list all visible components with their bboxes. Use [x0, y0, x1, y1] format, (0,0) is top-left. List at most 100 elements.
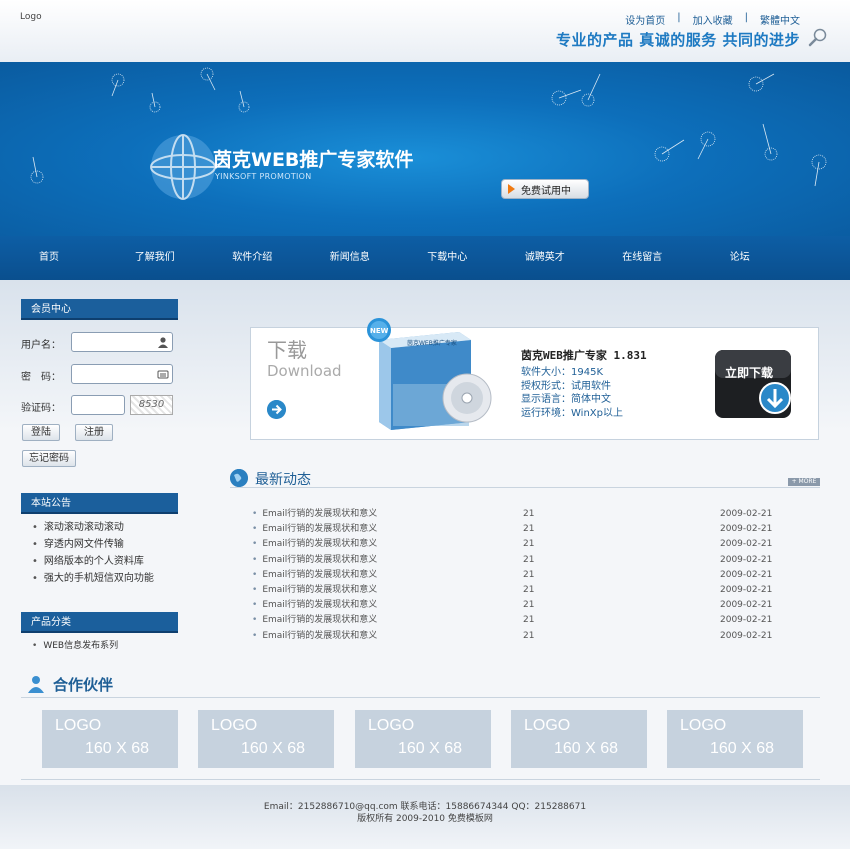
nav-item-home[interactable]: 首页 — [29, 236, 106, 280]
news-date: 2009-02-21 — [720, 524, 773, 535]
forgot-password-button[interactable]: 忘记密码 — [22, 450, 76, 467]
banner: 茵克WEB推广专家软件 YINKSOFT PROMOTION 免费试用中 — [0, 62, 850, 236]
news-count: 21 — [523, 554, 535, 565]
category-item[interactable]: WEB信息发布系列 — [32, 638, 118, 655]
news-row[interactable]: Email行销的发展现状和意义 21 2009-02-21 — [252, 537, 812, 552]
download-now-button[interactable]: 立即下载 — [713, 350, 793, 424]
news-title[interactable]: Email行销的发展现状和意义 — [252, 522, 377, 537]
partner-logo-text: LOGO — [211, 717, 258, 734]
nav-item-guestbook[interactable]: 在线留言 — [594, 236, 692, 280]
news-date: 2009-02-21 — [720, 539, 773, 550]
logo[interactable]: Logo — [20, 12, 42, 22]
news-title[interactable]: Email行销的发展现状和意义 — [252, 629, 377, 644]
nav-item-download[interactable]: 下载中心 — [399, 236, 497, 280]
news-date: 2009-02-21 — [720, 630, 773, 641]
news-heading: 最新动态 — [255, 472, 311, 488]
register-button[interactable]: 注册 — [75, 424, 113, 441]
news-row[interactable]: Email行销的发展现状和意义 21 2009-02-21 — [252, 583, 812, 598]
product-size: 软件大小：1945K — [521, 367, 604, 378]
nav-item-software[interactable]: 软件介绍 — [204, 236, 302, 280]
news-count: 21 — [523, 630, 535, 641]
product-box-image: 茵克WEB推广专家 NEW — [367, 318, 492, 430]
news-title[interactable]: Email行销的发展现状和意义 — [252, 537, 377, 552]
news-title[interactable]: Email行销的发展现状和意义 — [252, 568, 377, 583]
partner-logo-size: 160 X 68 — [85, 740, 150, 757]
member-center-heading: 会员中心 — [21, 299, 178, 320]
nav-item-news[interactable]: 新闻信息 — [301, 236, 399, 280]
partner-logo-text: LOGO — [55, 717, 102, 734]
footer: Email：2152886710@qq.com 联系电话：15886674344… — [0, 785, 850, 849]
link-separator: | — [744, 12, 748, 23]
news-list: Email行销的发展现状和意义 21 2009-02-21 Email行销的发展现状… — [252, 507, 812, 644]
partner-logo-text: LOGO — [524, 717, 571, 734]
news-title[interactable]: Email行销的发展现状和意义 — [252, 583, 377, 598]
partner-logo[interactable]: LOGO 160 X 68 — [198, 710, 334, 768]
news-row[interactable]: Email行销的发展现状和意义 21 2009-02-21 — [252, 598, 812, 613]
dandelion-decoration — [30, 67, 827, 187]
news-row[interactable]: Email行销的发展现状和意义 21 2009-02-21 — [252, 568, 812, 583]
notice-list: 滚动滚动滚动滚动 穿透内网文件传输 网络版本的个人资料库 强大的手机短信双向功能 — [32, 519, 154, 587]
category-list: WEB信息发布系列 — [32, 638, 118, 655]
notice-item[interactable]: 网络版本的个人资料库 — [32, 553, 154, 570]
main-nav: 首页 了解我们 软件介绍 新闻信息 下载中心 诚聘英才 在线留言 论坛 — [0, 236, 850, 280]
top-links: 设为首页 | 加入收藏 | 繁體中文 — [625, 12, 800, 27]
product-environment: 运行环境：WinXp以上 — [521, 408, 623, 419]
news-date: 2009-02-21 — [720, 509, 773, 519]
news-row[interactable]: Email行销的发展现状和意义 21 2009-02-21 — [252, 553, 812, 568]
partner-logo[interactable]: LOGO 160 X 68 — [355, 710, 491, 768]
product-name: 茵克WEB推广专家 1.831 — [521, 349, 647, 362]
news-count: 21 — [523, 600, 535, 611]
nav-item-forum[interactable]: 论坛 — [691, 236, 789, 280]
username-input[interactable] — [71, 332, 173, 352]
news-date: 2009-02-21 — [720, 554, 773, 565]
free-trial-button[interactable]: 免费试用中 — [501, 179, 589, 199]
partners-header: 合作伙伴 — [21, 672, 820, 698]
news-title[interactable]: Email行销的发展现状和意义 — [252, 613, 377, 628]
play-icon — [508, 184, 515, 194]
news-title[interactable]: Email行销的发展现状和意义 — [252, 598, 377, 613]
divider — [21, 779, 820, 780]
captcha-input[interactable] — [71, 395, 125, 415]
notice-item[interactable]: 滚动滚动滚动滚动 — [32, 519, 154, 536]
login-button[interactable]: 登陆 — [22, 424, 60, 441]
download-title: 下载 — [267, 338, 307, 362]
partner-logo[interactable]: LOGO 160 X 68 — [511, 710, 647, 768]
set-homepage-link[interactable]: 设为首页 — [625, 12, 665, 27]
news-date: 2009-02-21 — [720, 615, 773, 626]
keyboard-icon — [157, 370, 169, 379]
news-count: 21 — [523, 569, 535, 580]
partner-logo-text: LOGO — [368, 717, 415, 734]
category-heading: 产品分类 — [21, 612, 178, 633]
news-row[interactable]: Email行销的发展现状和意义 21 2009-02-21 — [252, 613, 812, 628]
news-count: 21 — [523, 539, 535, 550]
news-row[interactable]: Email行销的发展现状和意义 21 2009-02-21 — [252, 629, 812, 644]
news-title[interactable]: Email行销的发展现状和意义 — [252, 553, 377, 568]
news-title[interactable]: Email行销的发展现状和意义 — [252, 507, 377, 522]
nav-item-about[interactable]: 了解我们 — [106, 236, 204, 280]
partner-logo[interactable]: LOGO 160 X 68 — [667, 710, 803, 768]
download-now-label: 立即下载 — [725, 366, 774, 380]
arrow-right-icon[interactable] — [267, 400, 286, 419]
news-date: 2009-02-21 — [720, 584, 773, 595]
globe-logo-icon — [150, 134, 216, 200]
news-row[interactable]: Email行销的发展现状和意义 21 2009-02-21 — [252, 507, 812, 522]
partner-logo-size: 160 X 68 — [241, 740, 306, 757]
news-count: 21 — [523, 509, 535, 519]
download-icon — [715, 350, 791, 418]
partner-logo[interactable]: LOGO 160 X 68 — [42, 710, 178, 768]
news-row[interactable]: Email行销的发展现状和意义 21 2009-02-21 — [252, 522, 812, 537]
notice-item[interactable]: 穿透内网文件传输 — [32, 536, 154, 553]
nav-item-jobs[interactable]: 诚聘英才 — [496, 236, 594, 280]
add-favorite-link[interactable]: 加入收藏 — [693, 12, 733, 27]
password-input[interactable] — [71, 364, 173, 384]
link-separator: | — [677, 12, 681, 23]
user-icon — [158, 337, 168, 348]
search-icon[interactable] — [808, 27, 828, 47]
partner-logo-size: 160 X 68 — [554, 740, 619, 757]
traditional-chinese-link[interactable]: 繁體中文 — [760, 12, 800, 27]
captcha-image: 8530 — [130, 395, 173, 415]
more-button[interactable]: + MORE — [788, 478, 820, 486]
top-bar: Logo 设为首页 | 加入收藏 | 繁體中文 专业的产品 真诚的服务 共同的进… — [0, 0, 850, 62]
partners-heading: 合作伙伴 — [53, 676, 114, 694]
notice-item[interactable]: 强大的手机短信双向功能 — [32, 570, 154, 587]
